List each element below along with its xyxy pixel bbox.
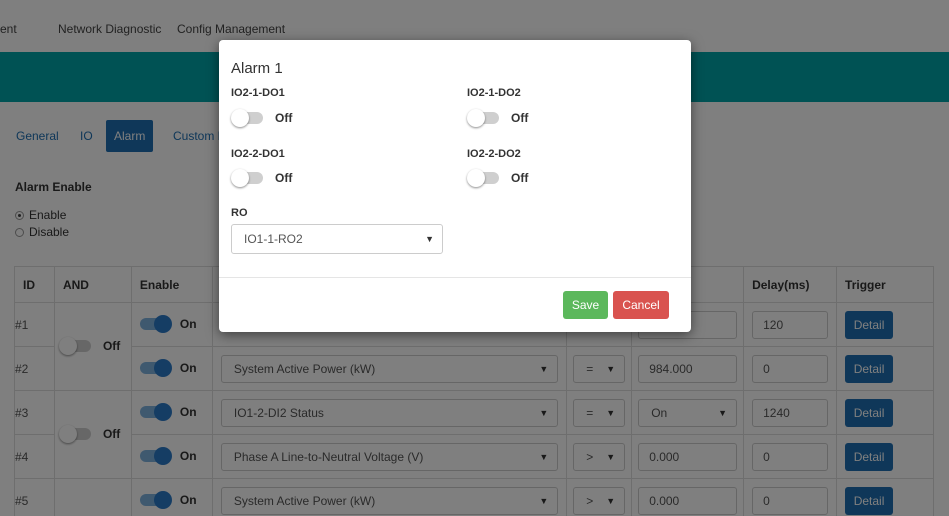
output-toggle-io2-2-do1[interactable]: Off [231, 169, 293, 187]
ro-select-value: IO1-1-RO2 [244, 232, 303, 246]
output-toggle-io2-1-do2[interactable]: Off [467, 109, 529, 127]
output-label: IO2-2-DO2 [467, 148, 521, 160]
save-button[interactable]: Save [563, 291, 608, 319]
dialog-title: Alarm 1 [231, 60, 283, 77]
output-toggle-io2-2-do2[interactable]: Off [467, 169, 529, 187]
dialog-divider [219, 277, 691, 278]
output-toggle-label: Off [511, 111, 529, 125]
ro-label: RO [231, 207, 248, 219]
cancel-button[interactable]: Cancel [613, 291, 669, 319]
ro-select[interactable]: IO1-1-RO2 ▼ [231, 224, 443, 254]
output-toggle-label: Off [275, 111, 293, 125]
output-label: IO2-1-DO2 [467, 87, 521, 99]
output-toggle-label: Off [511, 171, 529, 185]
caret-down-icon: ▼ [425, 234, 434, 244]
alarm-dialog: Alarm 1 IO2-1-DO1 Off IO2-1-DO2 Off IO2-… [219, 40, 691, 332]
output-toggle-io2-1-do1[interactable]: Off [231, 109, 293, 127]
output-toggle-label: Off [275, 171, 293, 185]
output-label: IO2-2-DO1 [231, 148, 285, 160]
output-label: IO2-1-DO1 [231, 87, 285, 99]
